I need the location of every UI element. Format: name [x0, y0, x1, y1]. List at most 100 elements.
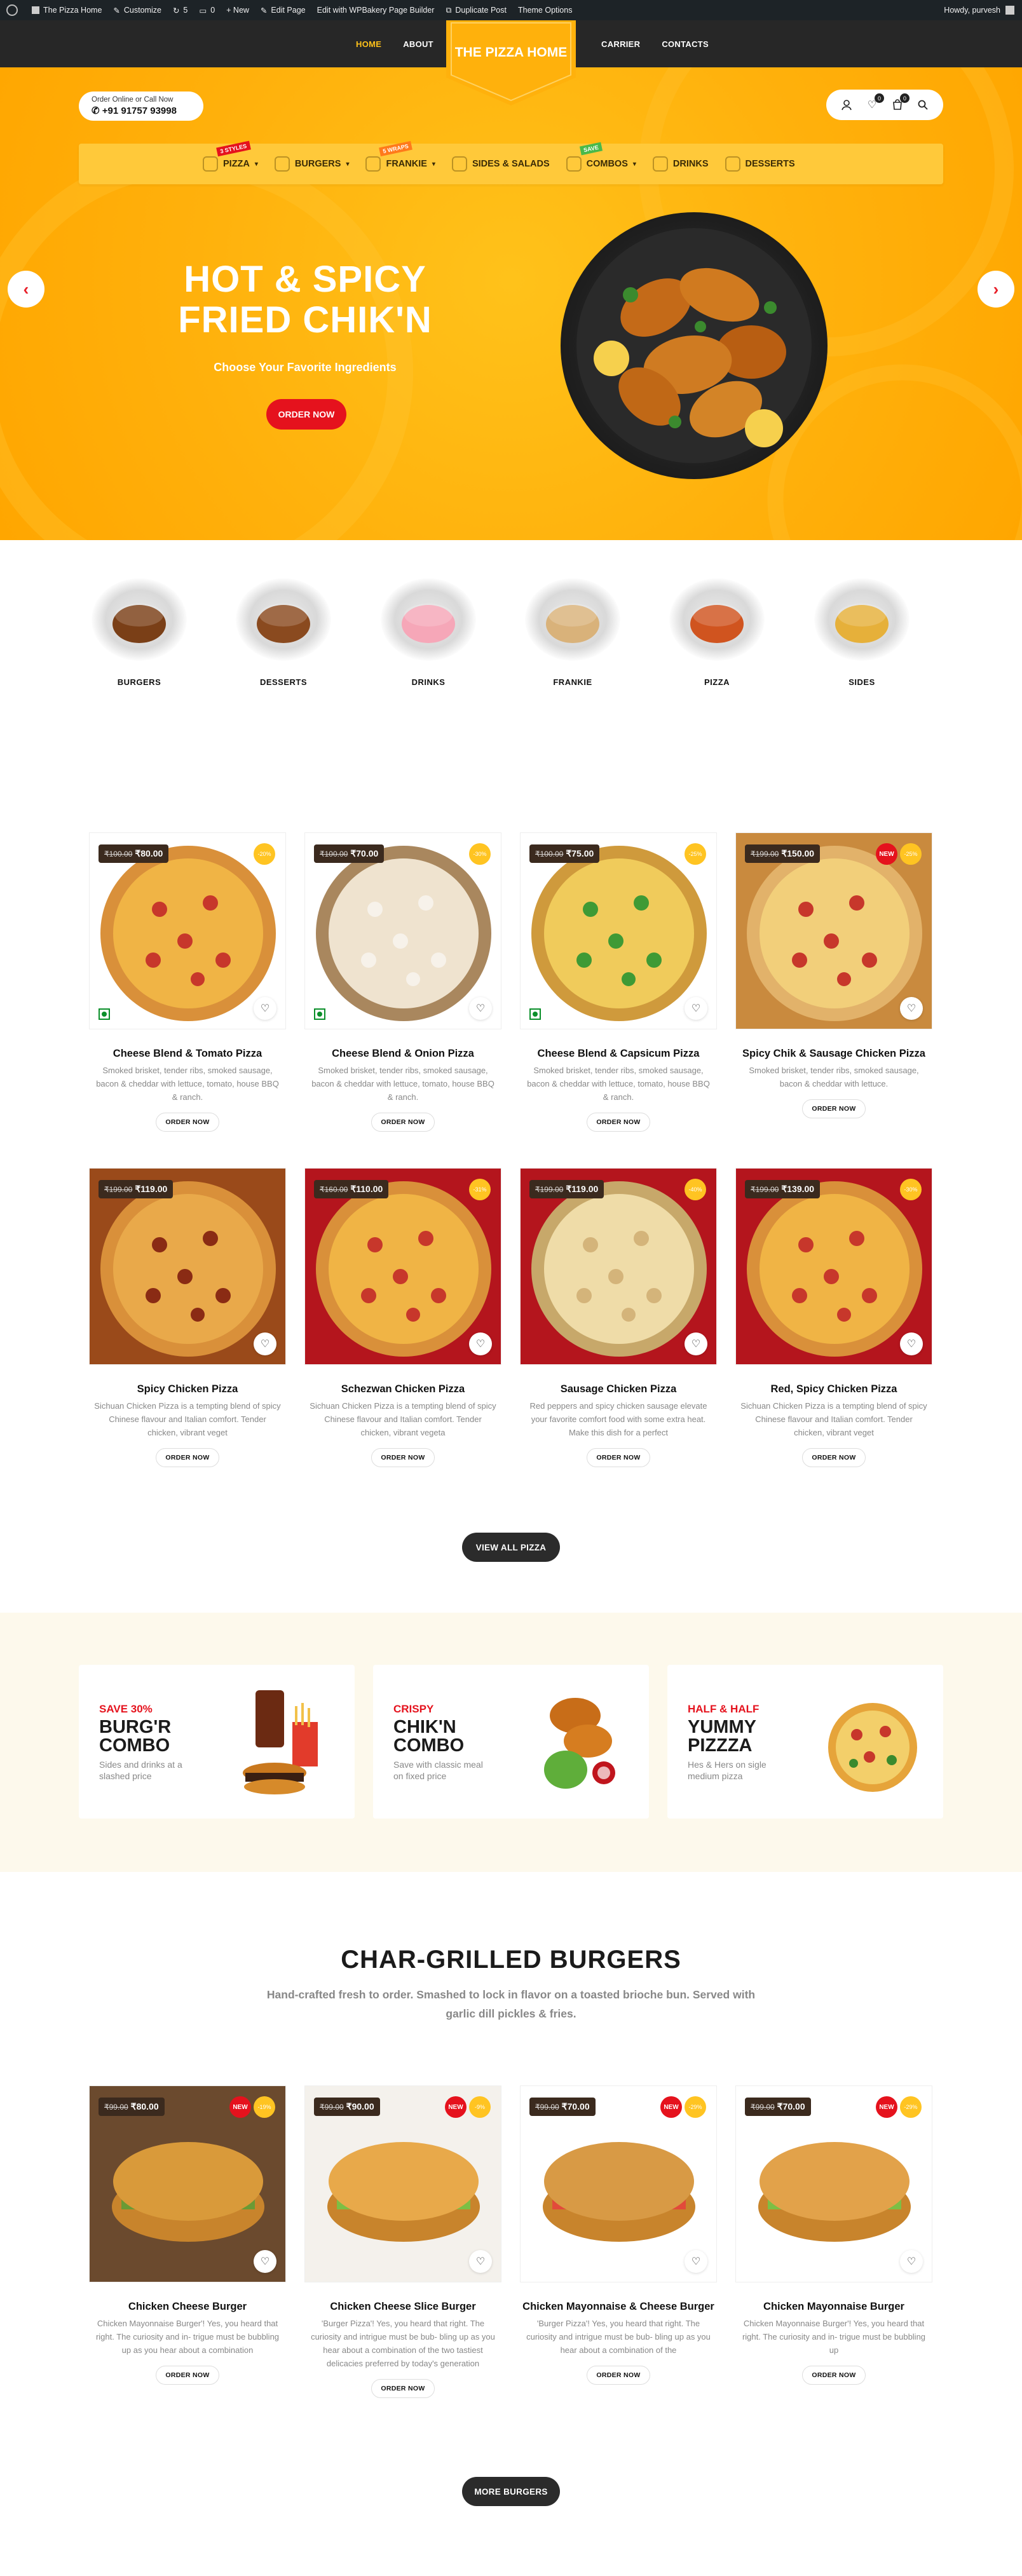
category-frankie[interactable]: FRANKIE — [525, 578, 620, 687]
discount-badge: -20% — [254, 843, 275, 865]
admin-new[interactable]: + New — [226, 6, 249, 15]
wishlist-heart-icon[interactable]: ♡ — [900, 997, 923, 1020]
sale-price: ₹70.00 — [561, 2101, 590, 2112]
admin-customize[interactable]: ✎ Customize — [113, 6, 161, 15]
product-name[interactable]: Chicken Mayonnaise & Cheese Burger — [520, 2300, 717, 2313]
discount-badge: -31% — [469, 1179, 491, 1200]
product-image[interactable]: ₹100.00 ₹80.00 -20% ♡ — [89, 832, 286, 1029]
nav-contacts[interactable]: CONTACTS — [662, 39, 709, 49]
nav-about[interactable]: ABOUT — [403, 39, 433, 49]
product-image[interactable]: ₹99.00 ₹70.00 -29% NEW ♡ — [520, 2085, 717, 2282]
order-now-button[interactable]: ORDER NOW — [156, 1448, 219, 1467]
product-image[interactable]: ₹99.00 ₹70.00 -29% NEW ♡ — [735, 2085, 932, 2282]
menu-item-drinks[interactable]: DRINKS — [652, 156, 709, 172]
menu-item-label: BURGERS — [294, 159, 341, 169]
wishlist-heart-icon[interactable]: ♡ — [685, 1332, 707, 1355]
menu-item-combos[interactable]: SAVE COMBOS ▾ — [566, 142, 636, 172]
wishlist-heart-icon[interactable]: ♡ — [254, 1332, 276, 1355]
wishlist-icon[interactable]: ♡ 0 — [866, 93, 884, 111]
order-now-button[interactable]: ORDER NOW — [802, 1448, 866, 1467]
order-now-button[interactable]: ORDER NOW — [587, 1113, 650, 1132]
product-image[interactable]: ₹199.00 ₹150.00 -25% NEW ♡ — [735, 832, 932, 1029]
product-name[interactable]: Cheese Blend & Onion Pizza — [304, 1047, 501, 1060]
admin-edit-page[interactable]: ✎ Edit Page — [261, 6, 306, 15]
combo-card-burger[interactable]: SAVE 30% BURG'R COMBO Sides and drinks a… — [79, 1665, 355, 1819]
site-logo[interactable]: THE PIZZA HOME — [446, 20, 576, 105]
order-now-button[interactable]: ORDER NOW — [587, 1448, 650, 1467]
sale-price: ₹80.00 — [135, 848, 163, 858]
hero-order-button[interactable]: ORDER NOW — [266, 399, 346, 430]
menu-item-frankie[interactable]: 5 WRAPS FRANKIE ▾ — [365, 140, 435, 172]
category-label: BURGERS — [117, 677, 161, 687]
wishlist-heart-icon[interactable]: ♡ — [254, 2250, 276, 2273]
order-now-button[interactable]: ORDER NOW — [587, 2366, 650, 2385]
wishlist-heart-icon[interactable]: ♡ — [254, 997, 276, 1020]
admin-greeting[interactable]: Howdy, purvesh — [944, 6, 1000, 15]
nav-carrier[interactable]: CARRIER — [601, 39, 640, 49]
wishlist-heart-icon[interactable]: ♡ — [900, 1332, 923, 1355]
call-pill[interactable]: Order Online or Call Now ✆ +91 91757 939… — [79, 92, 203, 121]
old-price: ₹99.00 — [320, 2103, 344, 2112]
avatar[interactable] — [1005, 6, 1014, 15]
product-name[interactable]: Cheese Blend & Capsicum Pizza — [520, 1047, 717, 1060]
cart-icon[interactable]: 0 — [891, 93, 910, 111]
nav-home[interactable]: HOME — [356, 39, 381, 49]
product-name[interactable]: Schezwan Chicken Pizza — [304, 1383, 501, 1395]
product-image[interactable]: ₹100.00 ₹75.00 -25% ♡ — [520, 832, 717, 1029]
product-name[interactable]: Red, Spicy Chicken Pizza — [735, 1383, 932, 1395]
admin-comments[interactable]: ▭ 0 — [199, 6, 215, 15]
category-burgers[interactable]: BURGERS — [92, 578, 187, 687]
wishlist-heart-icon[interactable]: ♡ — [900, 2250, 923, 2273]
menu-item-sides-salads[interactable]: SIDES & SALADS — [451, 156, 550, 172]
admin-duplicate[interactable]: ⧉ Duplicate Post — [446, 6, 507, 15]
combo-card-pizza[interactable]: HALF & HALF YUMMY PIZZZA Hes & Hers on s… — [667, 1665, 943, 1819]
admin-site-link[interactable]: The Pizza Home — [6, 4, 102, 16]
wishlist-heart-icon[interactable]: ♡ — [469, 997, 492, 1020]
menu-item-burgers[interactable]: BURGERS ▾ — [274, 156, 349, 172]
slider-prev-button[interactable]: ‹ — [8, 271, 44, 308]
product-card: ₹100.00 ₹75.00 -25% ♡ Cheese Blend & Capsicu… — [520, 832, 717, 1132]
product-name[interactable]: Spicy Chik & Sausage Chicken Pizza — [735, 1047, 932, 1060]
product-image[interactable]: ₹99.00 ₹90.00 -9% NEW ♡ — [304, 2085, 501, 2282]
wishlist-heart-icon[interactable]: ♡ — [469, 2250, 492, 2273]
wishlist-heart-icon[interactable]: ♡ — [685, 997, 707, 1020]
product-card: ₹199.00 ₹139.00 -30% ♡ Red, Spicy Chicken Pi… — [735, 1168, 932, 1467]
more-burgers-button[interactable]: MORE BURGERS — [462, 2477, 560, 2506]
admin-theme-options[interactable]: Theme Options — [518, 6, 572, 15]
product-image[interactable]: ₹199.00 ₹119.00 ♡ — [89, 1168, 286, 1365]
category-sides[interactable]: SIDES — [814, 578, 910, 687]
order-now-button[interactable]: ORDER NOW — [802, 1099, 866, 1118]
order-now-button[interactable]: ORDER NOW — [802, 2366, 866, 2385]
combo-card-chicken[interactable]: CRISPY CHIK'N COMBO Save with classic me… — [373, 1665, 649, 1819]
product-name[interactable]: Spicy Chicken Pizza — [89, 1383, 286, 1395]
product-name[interactable]: Chicken Mayonnaise Burger — [735, 2300, 932, 2313]
product-name[interactable]: Chicken Cheese Burger — [89, 2300, 286, 2313]
product-name[interactable]: Chicken Cheese Slice Burger — [304, 2300, 501, 2313]
menu-item-pizza[interactable]: 3 STYLES PIZZA ▾ — [203, 140, 258, 172]
product-image[interactable]: ₹199.00 ₹119.00 -40% ♡ — [520, 1168, 717, 1365]
product-image[interactable]: ₹160.00 ₹110.00 -31% ♡ — [304, 1168, 501, 1365]
product-image[interactable]: ₹100.00 ₹70.00 -30% ♡ — [304, 832, 501, 1029]
user-icon[interactable] — [840, 98, 853, 111]
order-now-button[interactable]: ORDER NOW — [156, 2366, 219, 2385]
category-drinks[interactable]: DRINKS — [381, 578, 476, 687]
admin-wpbakery[interactable]: Edit with WPBakery Page Builder — [317, 6, 435, 15]
product-image[interactable]: ₹199.00 ₹139.00 -30% ♡ — [735, 1168, 932, 1365]
menu-item-desserts[interactable]: DESSERTS — [725, 156, 795, 172]
product-image[interactable]: ₹99.00 ₹80.00 -19% NEW ♡ — [89, 2085, 286, 2282]
search-icon[interactable] — [916, 98, 929, 111]
menu-item-icon — [451, 156, 467, 172]
order-now-button[interactable]: ORDER NOW — [156, 1113, 219, 1132]
order-now-button[interactable]: ORDER NOW — [371, 1113, 435, 1132]
order-now-button[interactable]: ORDER NOW — [371, 1448, 435, 1467]
category-desserts[interactable]: DESSERTS — [236, 578, 331, 687]
product-name[interactable]: Cheese Blend & Tomato Pizza — [89, 1047, 286, 1060]
order-now-button[interactable]: ORDER NOW — [371, 2379, 435, 2398]
wishlist-heart-icon[interactable]: ♡ — [469, 1332, 492, 1355]
admin-updates[interactable]: ↻ 5 — [173, 6, 187, 15]
category-pizza[interactable]: PIZZA — [669, 578, 765, 687]
wishlist-heart-icon[interactable]: ♡ — [685, 2250, 707, 2273]
slider-next-button[interactable]: › — [978, 271, 1014, 308]
view-all-pizza-button[interactable]: VIEW ALL PIZZA — [462, 1533, 560, 1562]
product-name[interactable]: Sausage Chicken Pizza — [520, 1383, 717, 1395]
